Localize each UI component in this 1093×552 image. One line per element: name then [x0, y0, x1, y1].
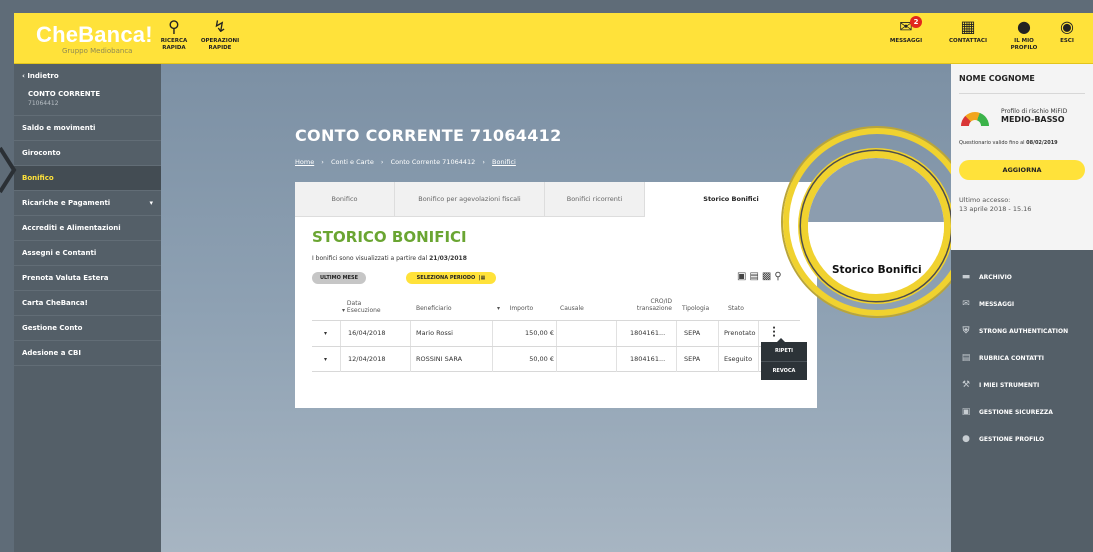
sidebar-item-saldo[interactable]: Saldo e movimenti	[14, 116, 161, 141]
table-row[interactable]: ▾ 16/04/2018 Mario Rossi 150,00 € 180416…	[312, 320, 800, 346]
exit-button[interactable]: ◉ ESCI	[1045, 18, 1089, 45]
risk-value: MEDIO-BASSO	[1001, 115, 1065, 124]
wrench-icon: ⚒	[961, 380, 971, 390]
contact-icon: ▦	[960, 17, 976, 36]
left-sidebar: ‹ Indietro CONTO CORRENTE 71064412 Saldo…	[14, 64, 161, 552]
archive-icon: ▬	[961, 272, 971, 282]
filter-last-month-button[interactable]: ULTIMO MESE	[312, 272, 366, 284]
right-item-strong-auth[interactable]: ⛨ STRONG AUTHENTICATION	[951, 318, 1093, 345]
account-title: CONTO CORRENTE	[28, 90, 101, 98]
profile-button[interactable]: ● IL MIO PROFILO	[998, 18, 1050, 52]
top-bar: CheBanca! Gruppo Mediobanca ⚲ RICERCA RA…	[14, 13, 1093, 64]
user-icon: ●	[1017, 17, 1031, 36]
right-item-messages[interactable]: ✉ MESSAGGI	[951, 291, 1093, 318]
col-state[interactable]: Stato	[728, 305, 744, 312]
pointer-arrow	[0, 146, 17, 194]
expand-icon[interactable]: ▾	[324, 321, 327, 346]
table-header: ▾ Data Esecuzione Beneficiario ▾ Importo…	[312, 296, 800, 320]
table-row[interactable]: ▾ 12/04/2018 ROSSINI SARA 50,00 € 180416…	[312, 346, 800, 372]
brand-name: CheBanca!	[36, 22, 153, 47]
transfers-card: Bonifico Bonifico per agevolazioni fisca…	[295, 182, 817, 408]
breadcrumb-bonifici[interactable]: Bonifici	[492, 158, 516, 166]
tab-bonifico[interactable]: Bonifico	[295, 182, 395, 217]
col-reason[interactable]: Causale	[560, 305, 584, 312]
risk-gauge-icon	[961, 112, 989, 126]
chevron-down-icon: ▾	[149, 199, 153, 207]
breadcrumb-conto[interactable]: Conto Corrente 71064412	[391, 158, 476, 166]
right-menu: ▬ ARCHIVIO ✉ MESSAGGI ⛨ STRONG AUTHENTICATI…	[951, 264, 1093, 453]
main-content: CONTO CORRENTE 71064412 Home › Conti e C…	[161, 64, 971, 552]
col-type[interactable]: Tipologia	[682, 305, 709, 312]
sidebar-item-accrediti[interactable]: Accrediti e Alimentazioni	[14, 216, 161, 241]
search-icon: ⚲	[168, 17, 180, 36]
col-beneficiary[interactable]: Beneficiario	[416, 305, 452, 312]
col-amount[interactable]: ▾ Importo	[497, 305, 533, 312]
col-date[interactable]: ▾ Data Esecuzione	[342, 300, 387, 314]
update-button[interactable]: AGGIORNA	[959, 160, 1085, 180]
lock-icon: ▣	[961, 407, 971, 417]
user-name: NOME COGNOME	[959, 74, 1085, 94]
messages-button[interactable]: ✉ 2 MESSAGGI	[880, 16, 932, 45]
last-access: Ultimo accesso: 13 aprile 2018 - 15.16	[959, 196, 1032, 213]
exit-icon: ◉	[1060, 17, 1074, 36]
sidebar-item-bonifico[interactable]: Bonifico	[14, 166, 161, 191]
repeat-menu-item[interactable]: RIPETI	[761, 342, 807, 361]
user-icon: ●	[962, 434, 970, 444]
sidebar-item-valuta[interactable]: Prenota Valuta Estera	[14, 266, 161, 291]
app-window: CheBanca! Gruppo Mediobanca ⚲ RICERCA RA…	[14, 13, 1093, 552]
risk-profile: Profilo di rischio MiFID MEDIO-BASSO	[959, 108, 1085, 136]
calendar-icon: |▦	[477, 275, 486, 281]
breadcrumb-home[interactable]: Home	[295, 158, 314, 166]
brand-group: Gruppo Mediobanca	[62, 47, 133, 55]
pdf-icon[interactable]: ▤	[749, 271, 761, 282]
sidebar-item-ricariche[interactable]: Ricariche e Pagamenti ▾	[14, 191, 161, 216]
right-panel: NOME COGNOME Profilo di rischio MiFID ME…	[951, 64, 1093, 552]
sidebar-item-carta[interactable]: Carta CheBanca!	[14, 291, 161, 316]
addressbook-icon: ▤	[961, 353, 971, 363]
breadcrumb-conti[interactable]: Conti e Carte	[331, 158, 374, 166]
magnified-tab-label: Storico Bonifici	[832, 264, 922, 276]
right-item-addressbook[interactable]: ▤ RUBRICA CONTATTI	[951, 345, 1093, 372]
shield-icon: ⛨	[962, 326, 970, 336]
sidebar-item-assegni[interactable]: Assegni e Contanti	[14, 241, 161, 266]
info-text: I bonifici sono visualizzati a partire d…	[312, 255, 467, 262]
right-item-tools[interactable]: ⚒ I MIEI STRUMENTI	[951, 372, 1093, 399]
expand-icon[interactable]: ▾	[324, 347, 327, 372]
search-icon[interactable]: ⚲	[774, 271, 784, 282]
excel-icon[interactable]: ▣	[737, 271, 749, 282]
tab-agevolazioni[interactable]: Bonifico per agevolazioni fiscali	[395, 182, 545, 217]
profile-box: NOME COGNOME Profilo di rischio MiFID ME…	[951, 64, 1093, 250]
message-icon: ✉	[899, 17, 913, 36]
sidebar-item-gestione[interactable]: Gestione Conto	[14, 316, 161, 341]
select-period-button[interactable]: SELEZIONA PERIODO |▦	[406, 272, 496, 284]
account-number: 71064412	[28, 100, 59, 107]
sidebar-item-giroconto[interactable]: Giroconto	[14, 141, 161, 166]
row-action-menu: RIPETI REVOCA	[761, 342, 807, 380]
brand-logo[interactable]: CheBanca! Gruppo Mediobanca	[36, 22, 153, 56]
sidebar-item-cbi[interactable]: Adesione a CBI	[14, 341, 161, 366]
right-item-archive[interactable]: ▬ ARCHIVIO	[951, 264, 1093, 291]
print-icon[interactable]: ▩	[762, 271, 774, 282]
col-cro[interactable]: CRO/ID transazione	[617, 298, 672, 312]
questionnaire-info: Questionario valido fino al 08/02/2019	[959, 140, 1058, 146]
right-item-security[interactable]: ▣ GESTIONE SICUREZZA	[951, 399, 1093, 426]
section-heading: STORICO BONIFICI	[312, 228, 467, 246]
magnifier-lens: Storico Bonifici	[801, 151, 951, 301]
account-summary: CONTO CORRENTE 71064412	[14, 84, 161, 116]
messages-badge: 2	[910, 16, 922, 28]
export-tools: ▣▤▩⚲	[737, 271, 785, 282]
revoke-menu-item[interactable]: REVOCA	[761, 361, 807, 380]
mail-icon: ✉	[962, 299, 970, 309]
back-link[interactable]: ‹ Indietro	[14, 64, 161, 84]
tab-bar: Bonifico Bonifico per agevolazioni fisca…	[295, 182, 817, 217]
breadcrumb: Home › Conti e Carte › Conto Corrente 71…	[295, 158, 516, 166]
tab-ricorrenti[interactable]: Bonifici ricorrenti	[545, 182, 645, 217]
quick-operations-button[interactable]: ↯ OPERAZIONI RAPIDE	[194, 18, 246, 52]
page-title: CONTO CORRENTE 71064412	[295, 126, 562, 145]
right-item-profile[interactable]: ● GESTIONE PROFILO	[951, 426, 1093, 453]
quick-search-button[interactable]: ⚲ RICERCA RAPIDA	[148, 18, 200, 52]
lightning-icon: ↯	[213, 17, 227, 36]
contact-button[interactable]: ▦ CONTATTACI	[942, 18, 994, 45]
